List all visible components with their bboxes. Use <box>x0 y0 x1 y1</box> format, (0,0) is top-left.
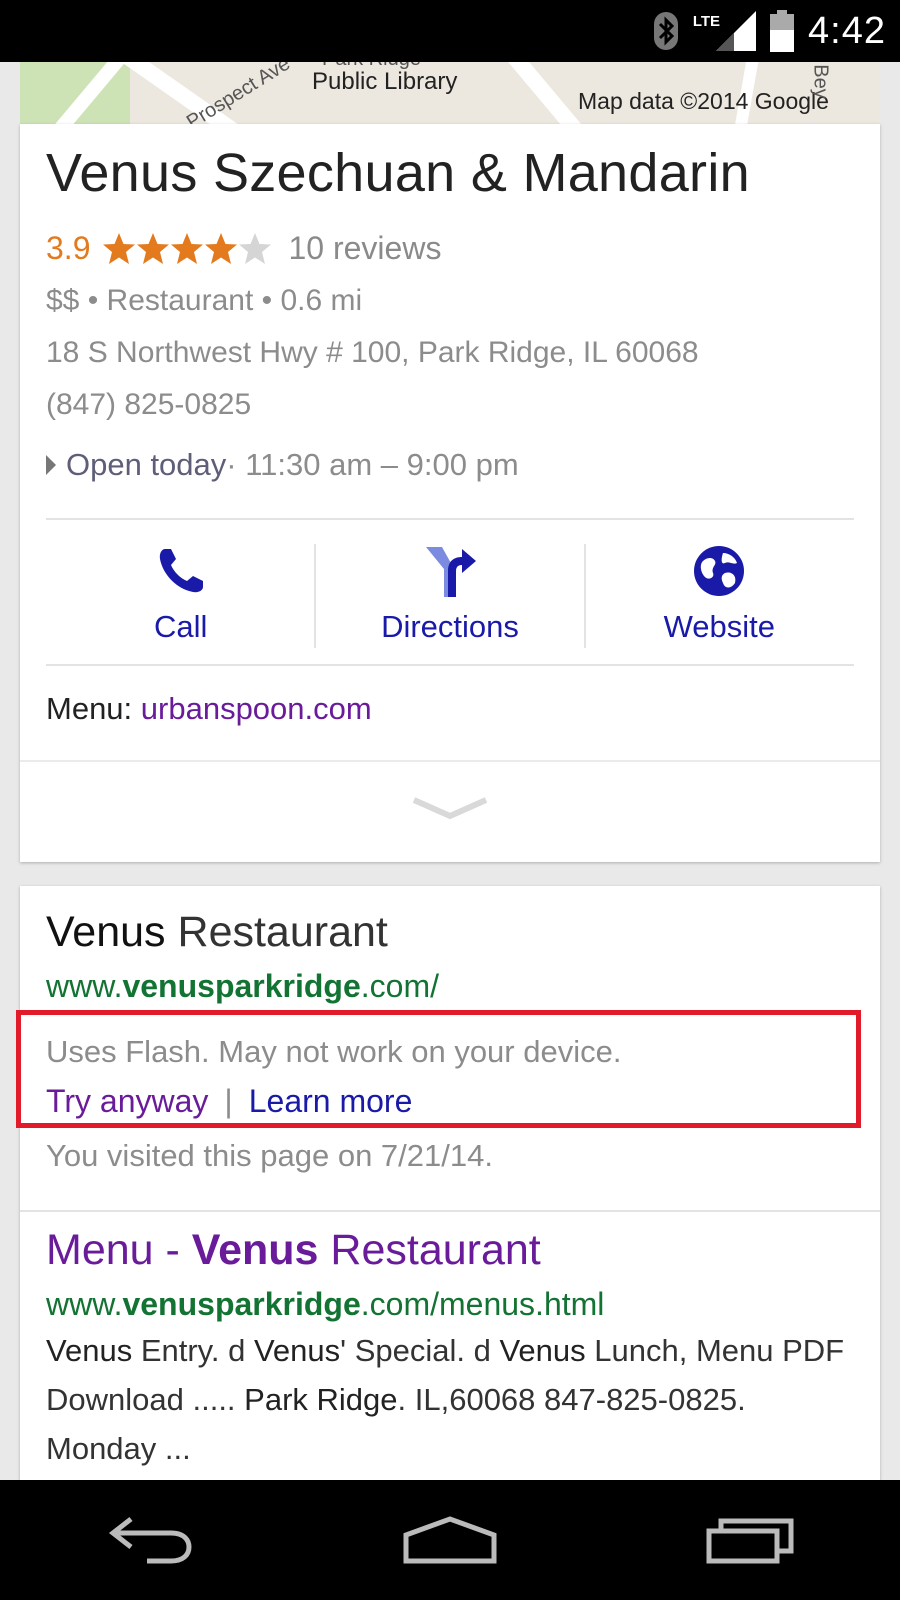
battery-icon <box>770 10 795 52</box>
star-filled-icon <box>171 232 204 264</box>
call-label: Call <box>153 609 208 644</box>
hours-status: Open today <box>66 447 227 482</box>
hours-toggle[interactable]: Open today · 11:30 am – 9:00 pm <box>46 447 519 483</box>
url-prefix: www. <box>46 1286 123 1322</box>
snippet-text: ' Special. d <box>340 1333 500 1368</box>
snippet-text: Entry. d <box>132 1333 254 1368</box>
website-button[interactable]: Website <box>585 534 854 654</box>
recents-icon <box>706 1518 794 1564</box>
rating-value: 3.9 <box>46 230 91 266</box>
divider <box>46 518 854 520</box>
divider <box>46 664 854 666</box>
map-right-label: Bey <box>809 64 832 99</box>
home-icon <box>403 1516 497 1564</box>
recents-button[interactable] <box>690 1500 810 1580</box>
call-button[interactable]: Call <box>46 534 315 654</box>
navigation-bar <box>0 1480 900 1600</box>
result-url: www.venusparkridge.com/menus.html <box>46 1286 604 1323</box>
result-title[interactable]: Menu - Venus Restaurant <box>46 1226 541 1275</box>
url-domain: venusparkridge <box>122 968 361 1004</box>
directions-label: Directions <box>381 609 519 644</box>
menu-row: Menu: urbanspoon.com <box>46 691 372 727</box>
reviews-link[interactable]: 10 reviews <box>288 230 441 267</box>
place-details: $$ • Restaurant • 0.6 mi <box>46 284 363 317</box>
place-card: Venus Szechuan & Mandarin 3.9 10 reviews… <box>20 124 880 862</box>
flash-warning: Uses Flash. May not work on your device. <box>46 1034 622 1069</box>
star-empty-icon <box>239 232 272 264</box>
back-button[interactable] <box>90 1500 210 1580</box>
result-url: www.venusparkridge.com/ <box>46 968 439 1005</box>
result-snippet: Venus Entry. d Venus' Special. d Venus L… <box>46 1326 854 1473</box>
directions-button[interactable]: Directions <box>315 534 584 654</box>
map-attribution: Map data ©2014 Google <box>578 88 829 114</box>
results-card: Venus Restaurant www.venusparkridge.com/… <box>16 886 880 1480</box>
snippet-bold: Park Ridge <box>244 1382 398 1417</box>
status-bar: LTE 4:42 <box>0 0 900 62</box>
map-street-label: Prospect Ave <box>182 62 295 124</box>
divider <box>20 760 880 762</box>
place-name: Venus Szechuan & Mandarin <box>46 143 750 203</box>
divider <box>20 1210 880 1212</box>
home-button[interactable] <box>390 1500 510 1580</box>
website-label: Website <box>663 609 776 644</box>
link-separator: | <box>224 1083 233 1119</box>
signal-icon <box>716 11 757 51</box>
result-title-bold: Venus <box>46 908 166 956</box>
result-title-pre: Menu - <box>46 1226 192 1274</box>
star-filled-icon <box>103 232 136 264</box>
result-title[interactable]: Venus Restaurant <box>46 908 388 957</box>
flash-links: Try anyway | Learn more <box>46 1083 412 1120</box>
status-icons: LTE 4:42 <box>653 8 886 54</box>
directions-icon <box>425 547 476 597</box>
globe-icon <box>694 546 745 596</box>
try-anyway-link[interactable]: Try anyway <box>46 1083 208 1120</box>
action-bar: Call Directions Website <box>46 534 854 654</box>
hours-range: · 11:30 am – 9:00 pm <box>226 447 519 482</box>
visited-note: You visited this page on 7/21/14. <box>46 1138 493 1173</box>
star-filled-icon <box>137 232 170 264</box>
map-library-label: Public Library <box>312 68 458 95</box>
expand-triangle-icon <box>46 455 56 475</box>
url-prefix: www. <box>46 968 123 1004</box>
learn-more-link[interactable]: Learn more <box>249 1083 413 1120</box>
place-phone[interactable]: (847) 825-0825 <box>46 388 251 422</box>
star-filled-icon <box>205 232 238 264</box>
phone-icon <box>159 549 203 593</box>
result-title-bold: Venus <box>191 1226 319 1274</box>
snippet-bold: Venus <box>253 1333 341 1368</box>
url-suffix: .com/ <box>360 968 439 1004</box>
result-title-rest: Restaurant <box>318 1226 541 1274</box>
snippet-bold: Venus <box>499 1333 586 1368</box>
bluetooth-icon <box>653 12 678 50</box>
clock: 4:42 <box>808 9 886 52</box>
star-rating <box>102 232 272 266</box>
place-address[interactable]: 18 S Northwest Hwy # 100, Park Ridge, IL… <box>46 336 699 370</box>
url-suffix: .com/menus.html <box>360 1286 605 1322</box>
network-type: LTE <box>692 12 721 30</box>
rating-row[interactable]: 3.9 10 reviews <box>46 230 441 267</box>
url-domain: venusparkridge <box>122 1286 361 1322</box>
map-preview[interactable]: Prospect Ave Park Ridge Public Library M… <box>20 62 880 124</box>
back-icon <box>108 1517 192 1564</box>
menu-label: Menu: <box>46 691 141 726</box>
chevron-down-icon[interactable] <box>412 794 488 824</box>
menu-link[interactable]: urbanspoon.com <box>141 691 372 726</box>
snippet-bold: Venus <box>46 1333 133 1368</box>
result-title-rest: Restaurant <box>165 908 388 956</box>
